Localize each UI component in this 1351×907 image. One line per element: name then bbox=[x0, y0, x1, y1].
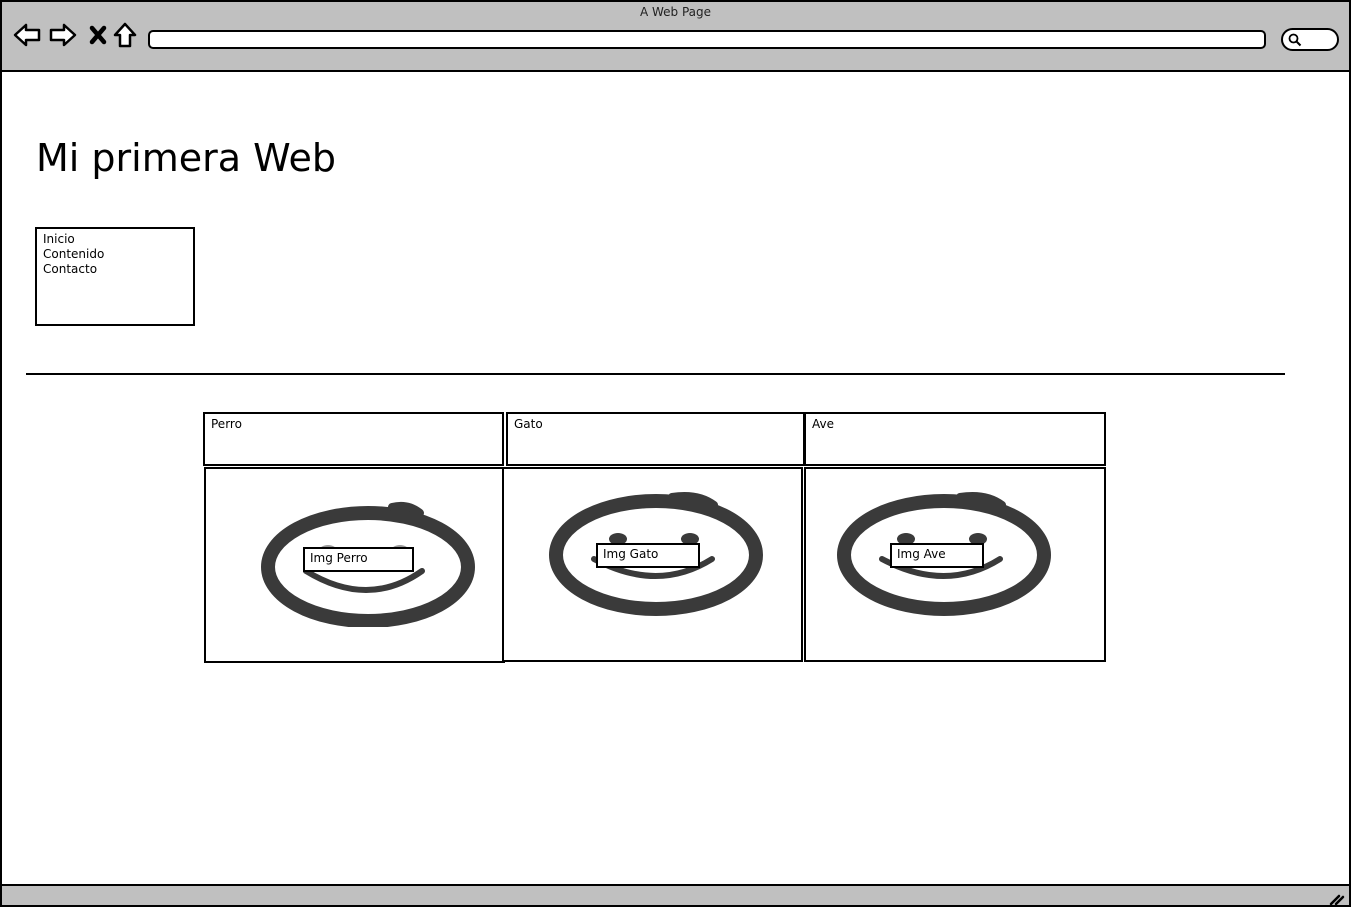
column-header-perro: Perro bbox=[203, 412, 504, 466]
image-label: Img Perro bbox=[303, 547, 414, 572]
column-header-label: Gato bbox=[514, 417, 543, 431]
back-arrow-icon[interactable] bbox=[12, 20, 42, 50]
nav-item-contenido[interactable]: Contenido bbox=[43, 247, 187, 262]
nav-item-inicio[interactable]: Inicio bbox=[43, 232, 187, 247]
image-label: Img Gato bbox=[596, 543, 700, 568]
forward-arrow-icon[interactable] bbox=[48, 20, 78, 50]
column-header-ave: Ave bbox=[804, 412, 1106, 466]
column-header-gato: Gato bbox=[506, 412, 805, 466]
browser-toolbar: A Web Page bbox=[0, 0, 1351, 72]
image-panel-perro: Img Perro bbox=[204, 467, 505, 663]
window-title: A Web Page bbox=[639, 5, 712, 19]
search-box[interactable] bbox=[1281, 28, 1339, 51]
section-divider bbox=[26, 373, 1285, 375]
resize-grip-icon[interactable] bbox=[1329, 892, 1345, 906]
address-bar[interactable] bbox=[148, 30, 1266, 49]
image-panel-ave: Img Ave bbox=[804, 467, 1106, 662]
image-panel-gato: Img Gato bbox=[502, 467, 803, 662]
column-header-label: Perro bbox=[211, 417, 242, 431]
status-bar bbox=[0, 884, 1351, 907]
page-title: Mi primera Web bbox=[36, 136, 336, 180]
nav-menu: Inicio Contenido Contacto bbox=[35, 227, 195, 326]
search-icon bbox=[1288, 33, 1302, 47]
column-header-label: Ave bbox=[812, 417, 834, 431]
nav-item-contacto[interactable]: Contacto bbox=[43, 262, 187, 277]
image-label: Img Ave bbox=[890, 543, 984, 568]
home-icon[interactable] bbox=[110, 20, 140, 50]
